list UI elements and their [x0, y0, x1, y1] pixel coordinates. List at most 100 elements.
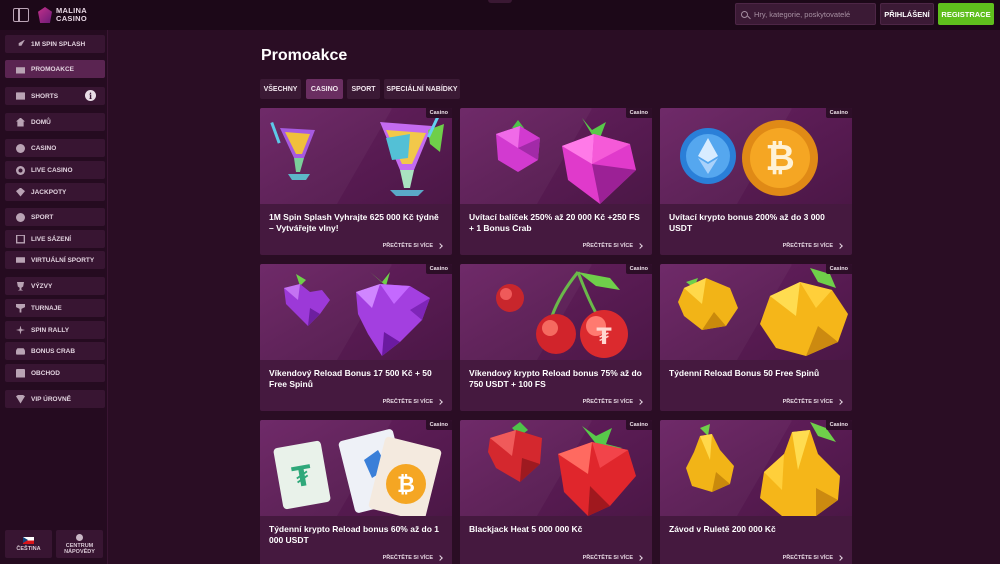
info-icon[interactable]: i	[85, 90, 96, 101]
sidebar-item-vyzvy[interactable]: VÝZVY	[5, 277, 105, 295]
tab-vsechny[interactable]: VŠECHNY	[260, 79, 301, 99]
live-casino-icon	[16, 165, 25, 175]
read-more-link[interactable]: PŘEČTĚTE SI VÍCE	[783, 399, 843, 405]
sidebar-item-label: LIVE CASINO	[31, 166, 73, 174]
register-button[interactable]: REGISTRACE	[938, 3, 994, 25]
home-icon	[16, 117, 25, 127]
promo-card[interactable]: Casino Blackjack Heat 5 000 000 Kč PŘEČT…	[460, 420, 652, 564]
sidebar-item-obchod[interactable]: OBCHOD	[5, 364, 105, 382]
category-badge: Casino	[425, 264, 452, 274]
sidebar-item-label: VIP ÚROVNĚ	[31, 395, 71, 403]
sidebar-toggle-icon[interactable]	[13, 8, 29, 22]
read-more-link[interactable]: PŘEČTĚTE SI VÍCE	[383, 399, 443, 405]
help-center-button[interactable]: CENTRUM NÁPOVĚDY	[56, 530, 103, 558]
sidebar-item-virtualni-sporty[interactable]: VIRTUÁLNÍ SPORTY	[5, 251, 105, 269]
spin-rally-icon	[16, 325, 25, 335]
challenges-icon	[16, 281, 25, 291]
top-notch	[488, 0, 512, 3]
category-badge: Casino	[825, 264, 852, 274]
sidebar: 1M SPIN SPLASH PROMOAKCE SHORTS i DOMŮ C…	[0, 30, 108, 564]
sidebar-item-spin-rally[interactable]: SPIN RALLY	[5, 321, 105, 339]
raspberry-logo-icon	[38, 7, 52, 23]
category-badge: Casino	[425, 108, 452, 118]
chevron-right-icon	[837, 399, 843, 405]
sidebar-item-casino[interactable]: CASINO	[5, 139, 105, 157]
sidebar-item-label: TURNAJE	[31, 304, 62, 312]
svg-text:₿: ₿	[397, 473, 415, 498]
read-more-link[interactable]: PŘEČTĚTE SI VÍCE	[383, 243, 443, 249]
sport-icon	[16, 212, 25, 222]
rocket-icon	[18, 39, 25, 46]
search-input[interactable]	[754, 9, 874, 19]
help-icon	[76, 533, 83, 541]
sidebar-item-domu[interactable]: DOMŮ	[5, 113, 105, 131]
sidebar-item-label: LIVE SÁZENÍ	[31, 235, 72, 243]
sidebar-item-vip-urovne[interactable]: VIP ÚROVNĚ	[5, 390, 105, 408]
promo-card[interactable]: ₮ Casino Víkendový krypto Reload bonus 7…	[460, 264, 652, 411]
sidebar-item-promoakce[interactable]: PROMOAKCE	[5, 60, 105, 78]
read-more-link[interactable]: PŘEČTĚTE SI VÍCE	[583, 555, 643, 561]
login-button[interactable]: PŘIHLÁŠENÍ	[880, 3, 934, 25]
tournaments-icon	[16, 303, 25, 313]
sidebar-item-label: VIRTUÁLNÍ SPORTY	[31, 256, 95, 264]
tab-casino[interactable]: CASINO	[306, 79, 343, 99]
shorts-icon	[16, 92, 25, 100]
language-button[interactable]: ČEŠTINA	[5, 530, 52, 558]
chevron-right-icon	[437, 243, 443, 249]
promo-title: Víkendový Reload Bonus 17 500 Kč + 50 Fr…	[269, 368, 432, 389]
promo-card[interactable]: Casino Víkendový Reload Bonus 17 500 Kč …	[260, 264, 452, 411]
category-badge: Casino	[425, 420, 452, 430]
read-more-link[interactable]: PŘEČTĚTE SI VÍCE	[583, 243, 643, 249]
promo-image-grapes	[260, 264, 452, 360]
sidebar-item-label: SPORT	[31, 213, 54, 221]
chevron-right-icon	[437, 555, 443, 561]
category-badge: Casino	[625, 108, 652, 118]
sidebar-item-label: CASINO	[31, 144, 57, 152]
shop-icon	[16, 368, 25, 378]
sidebar-item-1m-spin-splash[interactable]: 1M SPIN SPLASH	[5, 35, 105, 53]
category-badge: Casino	[825, 420, 852, 430]
svg-text:₿: ₿	[765, 138, 794, 179]
promo-card[interactable]: Casino Závod v Ruletě 200 000 Kč PŘEČTĚT…	[660, 420, 852, 564]
sidebar-item-label: VÝZVY	[31, 282, 53, 290]
promo-image-lemons	[660, 264, 852, 360]
promo-card[interactable]: ₿ Casino Uvítací krypto bonus 200% až do…	[660, 108, 852, 255]
search-box[interactable]	[735, 3, 876, 25]
read-more-link[interactable]: PŘEČTĚTE SI VÍCE	[783, 243, 843, 249]
sidebar-item-bonus-crab[interactable]: BONUS CRAB	[5, 342, 105, 360]
sidebar-item-sport[interactable]: SPORT	[5, 208, 105, 226]
promo-card[interactable]: ₮ ₿ Casino Týdenní krypto Reload bonus 6…	[260, 420, 452, 564]
sidebar-item-label: JACKPOTY	[31, 188, 67, 196]
sidebar-item-shorts[interactable]: SHORTS i	[5, 87, 105, 105]
category-badge: Casino	[825, 108, 852, 118]
tab-specialni-nabidky[interactable]: SPECIÁLNÍ NABÍDKY	[384, 79, 460, 99]
sidebar-item-label: DOMŮ	[31, 118, 51, 126]
promo-image-cherries: ₮	[460, 264, 652, 360]
sidebar-item-live-sazeni[interactable]: LIVE SÁZENÍ	[5, 230, 105, 248]
sidebar-item-turnaje[interactable]: TURNAJE	[5, 299, 105, 317]
czech-flag-icon	[23, 536, 34, 544]
sidebar-item-jackpoty[interactable]: JACKPOTY	[5, 183, 105, 201]
top-bar: MALINA CASINO PŘIHLÁŠENÍ REGISTRACE	[0, 0, 1000, 30]
sidebar-item-live-casino[interactable]: LIVE CASINO	[5, 161, 105, 179]
virtual-sports-icon	[16, 257, 25, 263]
tab-sport[interactable]: SPORT	[347, 79, 380, 99]
category-badge: Casino	[625, 420, 652, 430]
promo-title: Týdenní krypto Reload bonus 60% až do 1 …	[269, 524, 440, 545]
promo-card[interactable]: Casino Uvítací balíček 250% až 20 000 Kč…	[460, 108, 652, 255]
chevron-right-icon	[637, 555, 643, 561]
promo-title: 1M Spin Splash Vyhrajte 625 000 Kč týdně…	[269, 212, 439, 233]
read-more-link[interactable]: PŘEČTĚTE SI VÍCE	[383, 555, 443, 561]
chevron-right-icon	[837, 555, 843, 561]
promo-title: Víkendový krypto Reload bonus 75% až do …	[469, 368, 642, 389]
sidebar-item-label: PROMOAKCE	[31, 65, 74, 73]
promo-card[interactable]: Casino 1M Spin Splash Vyhrajte 625 000 K…	[260, 108, 452, 255]
read-more-link[interactable]: PŘEČTĚTE SI VÍCE	[583, 399, 643, 405]
promo-title: Uvítací krypto bonus 200% až do 3 000 US…	[669, 212, 825, 233]
promo-card[interactable]: Casino Týdenní Reload Bonus 50 Free Spin…	[660, 264, 852, 411]
chevron-right-icon	[837, 243, 843, 249]
logo[interactable]: MALINA CASINO	[38, 7, 87, 23]
read-more-link[interactable]: PŘEČTĚTE SI VÍCE	[783, 555, 843, 561]
sidebar-item-label: 1M SPIN SPLASH	[31, 40, 86, 48]
live-betting-icon	[16, 234, 25, 244]
